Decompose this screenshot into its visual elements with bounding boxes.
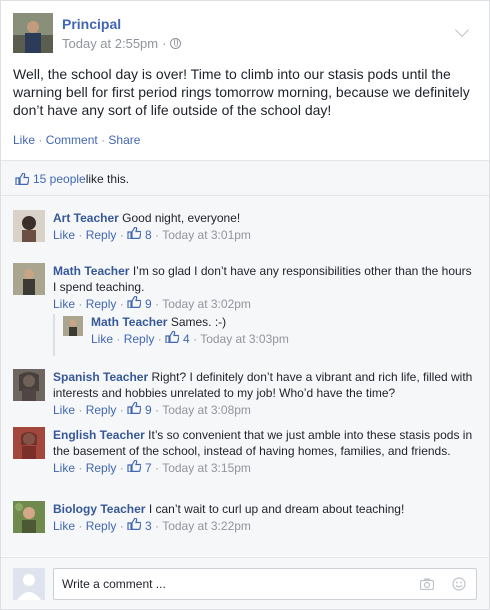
post-meta: Today at 2:55pm · bbox=[62, 36, 182, 51]
thumbs-up-icon bbox=[127, 402, 142, 414]
comment-time[interactable]: Today at 3:03pm bbox=[200, 332, 289, 346]
comment-like-button[interactable]: Like bbox=[53, 461, 75, 475]
comment-reply-button[interactable]: Reply bbox=[86, 461, 117, 475]
post-card: Principal Today at 2:55pm · Well, the sc… bbox=[0, 0, 490, 610]
globe-icon bbox=[170, 38, 182, 49]
comment-reply: Math Teacher Sames. :-) Like · Reply · 4… bbox=[53, 314, 473, 356]
like-button[interactable]: Like bbox=[13, 133, 35, 147]
comment-input[interactable]: Write a comment ... bbox=[53, 568, 477, 600]
comment: Art Teacher Good night, everyone! Like ·… bbox=[13, 210, 473, 243]
thumbs-up-icon bbox=[165, 331, 180, 343]
comment-text: Good night, everyone! bbox=[122, 211, 241, 225]
comment-time[interactable]: Today at 3:08pm bbox=[162, 403, 251, 417]
comment-like-count[interactable]: 3 bbox=[145, 519, 152, 533]
comment: Biology Teacher I can’t wait to curl up … bbox=[13, 501, 473, 534]
comment-reply-button[interactable]: Reply bbox=[86, 403, 117, 417]
camera-icon[interactable] bbox=[419, 578, 435, 593]
commenter-avatar[interactable] bbox=[13, 501, 45, 533]
likes-summary: 15 people like this. bbox=[1, 160, 489, 196]
comment-reply-button[interactable]: Reply bbox=[86, 519, 117, 533]
comment: Spanish Teacher Right? I definitely don’… bbox=[13, 369, 473, 418]
comment-input-placeholder: Write a comment ... bbox=[62, 577, 166, 591]
post-header: Principal Today at 2:55pm · bbox=[13, 13, 479, 57]
commenter-name[interactable]: Math Teacher bbox=[91, 315, 167, 329]
comment-like-button[interactable]: Like bbox=[53, 403, 75, 417]
commenter-name[interactable]: Spanish Teacher bbox=[53, 370, 148, 384]
chevron-down-icon[interactable] bbox=[454, 22, 470, 38]
comment-like-button[interactable]: Like bbox=[53, 297, 75, 311]
comment: English Teacher It’s so convenient that … bbox=[13, 427, 473, 476]
comment-time[interactable]: Today at 3:15pm bbox=[162, 461, 251, 475]
thumbs-up-icon bbox=[127, 296, 142, 308]
commenter-name[interactable]: English Teacher bbox=[53, 428, 145, 442]
commenter-avatar[interactable] bbox=[13, 427, 45, 459]
post-author[interactable]: Principal bbox=[62, 16, 121, 32]
comment-composer: Write a comment ... bbox=[1, 557, 489, 609]
commenter-name[interactable]: Math Teacher bbox=[53, 264, 129, 278]
post-timestamp[interactable]: Today at 2:55pm bbox=[62, 36, 158, 51]
comment-reply-button[interactable]: Reply bbox=[124, 332, 155, 346]
principal-avatar[interactable] bbox=[13, 13, 53, 53]
comment-time[interactable]: Today at 3:01pm bbox=[162, 228, 251, 242]
thumbs-up-icon bbox=[15, 173, 29, 185]
commenter-avatar[interactable] bbox=[13, 210, 45, 242]
comment-like-button[interactable]: Like bbox=[53, 519, 75, 533]
comment-like-count[interactable]: 8 bbox=[145, 228, 152, 242]
current-user-avatar bbox=[13, 568, 45, 600]
post-text: Well, the school day is over! Time to cl… bbox=[13, 66, 470, 118]
commenter-avatar[interactable] bbox=[13, 369, 45, 401]
comment-reply-button[interactable]: Reply bbox=[86, 297, 117, 311]
comment-like-button[interactable]: Like bbox=[53, 228, 75, 242]
comment-reply-button[interactable]: Reply bbox=[86, 228, 117, 242]
commenter-name[interactable]: Art Teacher bbox=[53, 211, 119, 225]
comment-time[interactable]: Today at 3:02pm bbox=[162, 297, 251, 311]
comments-section: Art Teacher Good night, everyone! Like ·… bbox=[1, 196, 489, 556]
comment-like-count[interactable]: 7 bbox=[145, 461, 152, 475]
comment-time[interactable]: Today at 3:22pm bbox=[162, 519, 251, 533]
post-actions: Like · Comment · Share bbox=[13, 133, 141, 147]
comment-button[interactable]: Comment bbox=[46, 133, 98, 147]
commenter-avatar[interactable] bbox=[63, 316, 83, 336]
smiley-icon[interactable] bbox=[452, 577, 466, 594]
commenter-name[interactable]: Biology Teacher bbox=[53, 502, 145, 516]
thumbs-up-icon bbox=[127, 460, 142, 472]
thumbs-up-icon bbox=[127, 518, 142, 530]
comment-text: Sames. :-) bbox=[170, 315, 227, 329]
comment-text: I can’t wait to curl up and dream about … bbox=[148, 502, 405, 516]
comment-like-count[interactable]: 9 bbox=[145, 297, 152, 311]
comment-like-button[interactable]: Like bbox=[91, 332, 113, 346]
comment: Math Teacher I’m so glad I don’t have an… bbox=[13, 263, 473, 312]
comment-like-count[interactable]: 4 bbox=[183, 332, 190, 346]
comment-like-count[interactable]: 9 bbox=[145, 403, 152, 417]
commenter-avatar[interactable] bbox=[13, 263, 45, 295]
share-button[interactable]: Share bbox=[108, 133, 140, 147]
likes-suffix: like this. bbox=[85, 172, 130, 186]
thumbs-up-icon bbox=[127, 227, 142, 239]
likes-count-link[interactable]: 15 people bbox=[33, 172, 86, 186]
